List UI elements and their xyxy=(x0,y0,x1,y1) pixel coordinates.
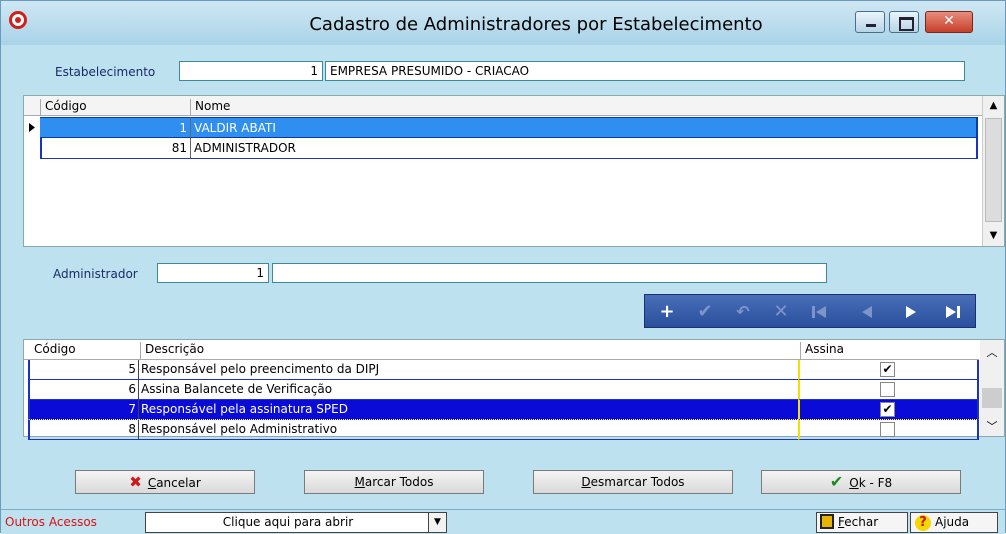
administrador-label: Administrador xyxy=(53,267,138,281)
grid-header: Código Nome xyxy=(24,96,982,116)
cell-descricao[interactable]: Responsável pelo Administrativo xyxy=(138,420,798,440)
cell-codigo[interactable]: 5 xyxy=(28,360,138,380)
scroll-thumb[interactable] xyxy=(985,118,1002,222)
cell-assina[interactable] xyxy=(798,420,979,440)
table-row[interactable]: 8 Responsável pelo Administrativo xyxy=(28,420,979,440)
cell-assina[interactable]: ✔ xyxy=(798,400,979,420)
desmarcar-todos-button[interactable]: Desmarcar Todos xyxy=(533,470,733,494)
select-value: Clique aqui para abrir xyxy=(222,515,354,529)
cell-codigo[interactable]: 81 xyxy=(40,138,190,159)
outros-acessos-label: Outros Acessos xyxy=(5,515,97,529)
fechar-button[interactable]: Fechar xyxy=(816,512,908,533)
checkmark-icon: ✔ xyxy=(829,472,844,491)
scroll-down-arrow-icon[interactable]: ▼ xyxy=(983,226,1004,246)
cell-assina[interactable] xyxy=(798,380,979,400)
assina-checkbox[interactable]: ✔ xyxy=(880,402,895,417)
cell-descricao[interactable]: Responsável pelo preencimento da DIPJ xyxy=(138,360,798,380)
door-exit-icon xyxy=(820,514,834,529)
administradores-grid: Código Nome 1 VALDIR ABATI 81 ADMINISTRA… xyxy=(23,95,1005,247)
estabelecimento-code-field[interactable]: 1 xyxy=(179,61,323,81)
scroll-thumb[interactable] xyxy=(982,388,1002,408)
column-header-descricao[interactable]: Descrição xyxy=(140,342,800,360)
add-icon[interactable]: + xyxy=(649,299,685,325)
grid-scrollbar[interactable]: ▲ ▼ xyxy=(982,96,1004,246)
title-bar: Cadastro de Administradores por Estabele… xyxy=(1,1,1005,45)
cell-descricao[interactable]: Assina Balancete de Verificação xyxy=(138,380,798,400)
help-question-icon: ? xyxy=(915,515,931,531)
row-indicator xyxy=(24,138,40,159)
delete-icon[interactable]: ✕ xyxy=(763,299,799,325)
bottom-bar: Outros Acessos Clique aqui para abrir ▼ … xyxy=(1,509,1005,534)
cancel-x-icon: ✖ xyxy=(129,473,142,491)
ajuda-button[interactable]: ? Ajuda xyxy=(910,512,998,533)
table-row[interactable]: 81 ADMINISTRADOR xyxy=(24,138,982,159)
table-row[interactable]: 1 VALDIR ABATI xyxy=(24,117,982,138)
column-header-codigo[interactable]: Código xyxy=(30,342,140,360)
confirm-icon[interactable]: ✔ xyxy=(687,299,723,325)
table-row[interactable]: 7 Responsável pela assinatura SPED ✔ xyxy=(28,400,979,420)
cell-codigo[interactable]: 8 xyxy=(28,420,138,440)
chevron-up-icon[interactable]: ︿ xyxy=(980,344,1004,360)
cell-codigo[interactable]: 6 xyxy=(28,380,138,400)
first-record-icon[interactable] xyxy=(801,299,837,325)
marcar-todos-button[interactable]: Marcar Todos xyxy=(304,470,484,494)
undo-icon[interactable]: ↶ xyxy=(725,299,761,325)
column-header-codigo[interactable]: Código xyxy=(40,99,190,116)
cell-descricao[interactable]: Responsável pela assinatura SPED xyxy=(138,400,798,420)
administrador-code-field[interactable]: 1 xyxy=(157,263,269,283)
maximize-button[interactable] xyxy=(889,11,919,33)
scroll-up-arrow-icon[interactable]: ▲ xyxy=(983,96,1004,116)
previous-record-icon[interactable] xyxy=(849,299,885,325)
row-pointer-icon xyxy=(24,117,40,138)
navigator-toolbar: + ✔ ↶ ✕ xyxy=(644,294,976,328)
assina-checkbox[interactable]: ✔ xyxy=(880,362,895,377)
table-row[interactable]: 6 Assina Balancete de Verificação xyxy=(28,380,979,400)
main-window: Cadastro de Administradores por Estabele… xyxy=(0,0,1006,534)
administrador-name-field[interactable] xyxy=(272,263,827,283)
cancelar-button[interactable]: ✖ Cancelar xyxy=(75,470,255,494)
last-record-icon[interactable] xyxy=(935,299,971,325)
cell-assina[interactable]: ✔ xyxy=(798,360,979,380)
estabelecimento-label: Estabelecimento xyxy=(55,65,156,79)
close-button[interactable] xyxy=(925,11,973,33)
cell-codigo[interactable]: 1 xyxy=(40,117,190,138)
ok-button[interactable]: ✔ Ok - F8 xyxy=(761,470,961,494)
table-row[interactable]: 5 Responsável pelo preencimento da DIPJ … xyxy=(28,360,979,380)
window-title: Cadastro de Administradores por Estabele… xyxy=(309,14,763,35)
cell-codigo[interactable]: 7 xyxy=(28,400,138,420)
estabelecimento-name-field[interactable]: EMPRESA PRESUMIDO - CRIACAO xyxy=(325,61,965,81)
responsabilidades-grid: Código Descrição Assina 5 Responsável pe… xyxy=(23,339,1005,440)
minimize-button[interactable] xyxy=(855,11,885,33)
next-record-icon[interactable] xyxy=(893,299,929,325)
cell-nome[interactable]: VALDIR ABATI xyxy=(190,117,978,138)
assina-checkbox[interactable] xyxy=(880,382,895,397)
column-header-nome[interactable]: Nome xyxy=(190,99,980,116)
grid-scrollbar[interactable]: ︿ ﹀ xyxy=(980,340,1004,436)
grid-header: Código Descrição Assina xyxy=(24,340,979,360)
dropdown-arrow-icon[interactable]: ▼ xyxy=(428,513,446,532)
assina-checkbox[interactable] xyxy=(880,422,895,437)
chevron-down-icon[interactable]: ﹀ xyxy=(980,418,1004,434)
column-header-assina[interactable]: Assina xyxy=(800,342,979,360)
outros-acessos-select[interactable]: Clique aqui para abrir ▼ xyxy=(145,512,447,533)
cell-nome[interactable]: ADMINISTRADOR xyxy=(190,138,978,159)
